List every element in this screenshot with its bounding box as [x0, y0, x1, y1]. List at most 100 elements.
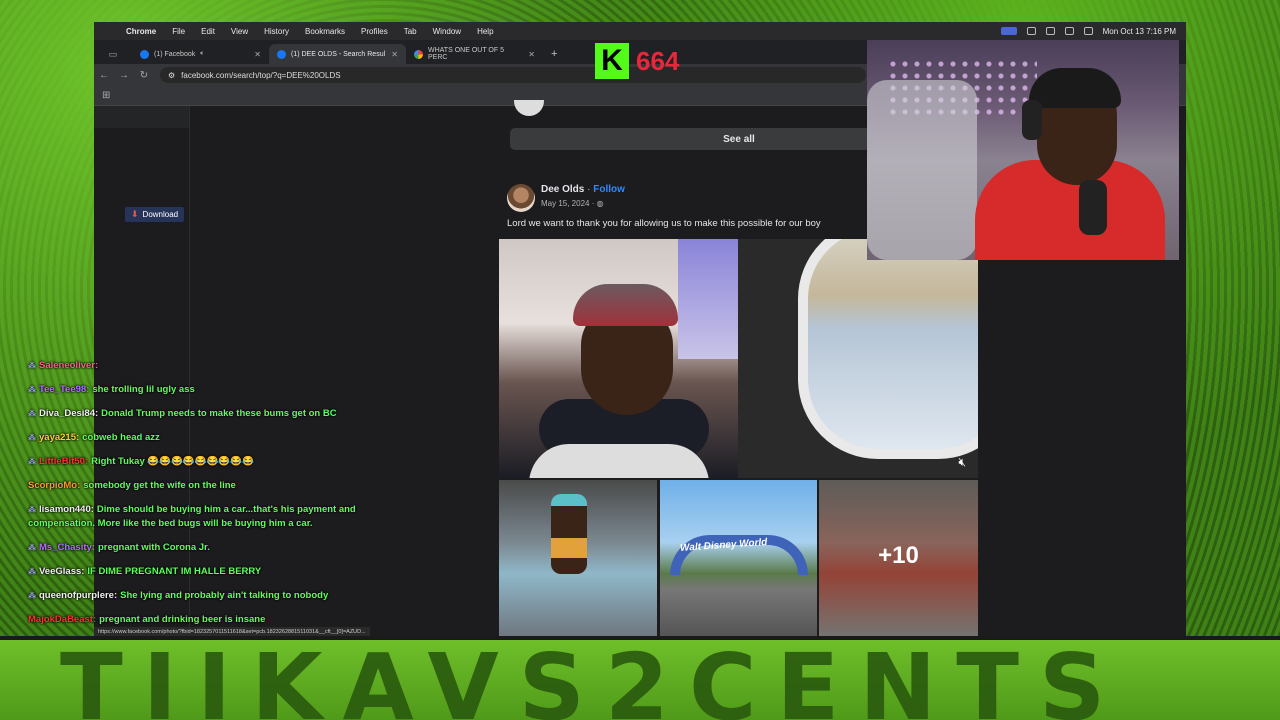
chat-username: Saleneoliver: [39, 360, 99, 371]
post-text: Lord we want to thank you for allowing u… [507, 218, 821, 229]
chat-badge-icon: ⁂ [28, 433, 36, 442]
menu-file[interactable]: File [164, 27, 193, 36]
google-favicon-icon [414, 49, 423, 59]
chat-username: MajokDaBeast: [28, 614, 97, 625]
post-photo-pool[interactable] [499, 480, 657, 636]
tab-title: (1) DEE OLDS - Search Resul [291, 50, 386, 58]
webcam-overlay [867, 40, 1179, 260]
close-icon[interactable]: ✕ [528, 50, 535, 59]
globe-icon: ◍ [596, 199, 604, 208]
chat-badge-icon: ⁂ [28, 409, 36, 418]
menu-extras: Mon Oct 13 7:16 PM [1000, 27, 1186, 36]
chat-badge-icon: ⁂ [28, 591, 36, 600]
facebook-favicon-icon [277, 49, 286, 59]
chat-message: ⁂ VeeGlass: IF DIME PREGNANT IM HALLE BERR… [28, 566, 261, 578]
post-author-avatar[interactable] [507, 184, 535, 212]
menu-profiles[interactable]: Profiles [353, 27, 396, 36]
mac-menu-bar: Chrome File Edit View History Bookmarks … [94, 22, 1186, 40]
post-date[interactable]: May 15, 2024 · ◍ [541, 199, 604, 208]
post-photo-disney-arch[interactable]: Walt Disney World [660, 480, 817, 636]
url-text: facebook.com/search/top/?q=DEE%20OLDS [181, 70, 341, 80]
battery-icon[interactable] [1045, 27, 1055, 35]
menu-help[interactable]: Help [469, 27, 501, 36]
tab-facebook[interactable]: (1) Facebook 🔈︎ ✕ [132, 44, 269, 64]
chat-badge-icon: ⁂ [28, 457, 36, 466]
menu-bookmarks[interactable]: Bookmarks [297, 27, 353, 36]
tab-title: WHATS ONE OUT OF 5 PERC [428, 47, 504, 61]
chat-text: compensation. More like the bed bugs wil… [28, 518, 313, 529]
site-info-icon[interactable]: ⚙ [168, 71, 175, 80]
chat-message: ⁂ lisamon440: Dime should be buying him a … [28, 504, 356, 516]
separator: · [587, 184, 591, 195]
chat-text: She lying and probably ain't talking to … [120, 590, 329, 601]
stream-banner: TIIKAVS2CENTS [0, 636, 1280, 720]
chat-badge-icon: ⁂ [28, 361, 36, 370]
url-field[interactable]: ⚙ facebook.com/search/top/?q=DEE%20OLDS [160, 67, 866, 83]
menu-view[interactable]: View [223, 27, 256, 36]
banner-text: TIIKAVS2CENTS [60, 636, 1126, 720]
download-label: Download [142, 210, 179, 219]
chat-username: VeeGlass: [39, 566, 85, 577]
chat-username: Tee_Tee98: [39, 384, 90, 395]
post-photo-selfie[interactable] [499, 239, 738, 478]
chat-text: Dime should be buying him a car...that's… [96, 504, 356, 515]
chat-text: somebody get the wife on the line [83, 480, 236, 491]
screen-share-icon[interactable] [1000, 27, 1017, 35]
tab-dee-olds[interactable]: (1) DEE OLDS - Search Resul ✕ [269, 44, 406, 64]
tab-google[interactable]: WHATS ONE OUT OF 5 PERC ✕ [406, 44, 543, 64]
divider [189, 106, 190, 636]
chat-username: lisamon440: [39, 504, 94, 515]
chat-badge-icon: ⁂ [28, 385, 36, 394]
follow-link[interactable]: Follow [593, 184, 625, 195]
post-photo-plane-window[interactable]: 🔇︎ [738, 239, 978, 478]
forward-arrow-icon[interactable]: → [114, 70, 134, 81]
menu-history[interactable]: History [256, 27, 297, 36]
status-icon[interactable] [1026, 27, 1036, 35]
menu-tab[interactable]: Tab [396, 27, 425, 36]
download-icon: ⬇ [131, 209, 139, 219]
chat-message: MajokDaBeast: pregnant and drinking beer … [28, 614, 265, 626]
post-photo-parade[interactable]: +10 [819, 480, 978, 636]
chat-text: cobweb head azz [82, 432, 160, 443]
menu-edit[interactable]: Edit [193, 27, 223, 36]
menu-window[interactable]: Window [425, 27, 469, 36]
chat-text: IF DIME PREGNANT IM HALLE BERRY [87, 566, 262, 577]
search-icon[interactable] [1083, 27, 1093, 35]
menu-app[interactable]: Chrome [118, 27, 164, 36]
mute-icon[interactable]: 🔇︎ [958, 455, 966, 470]
chat-text: pregnant with Corona Jr. [97, 542, 210, 553]
close-icon[interactable]: ✕ [254, 50, 261, 59]
post-author-name[interactable]: Dee Olds [541, 184, 584, 195]
new-tab-icon[interactable]: + [543, 48, 565, 64]
chat-badge-icon: ⁂ [28, 567, 36, 576]
chat-message: ⁂ Tee_Tee98: she trolling lil ugly ass [28, 384, 195, 396]
wifi-icon[interactable] [1064, 27, 1074, 35]
tab-title: (1) Facebook [154, 50, 196, 58]
chat-message: ⁂ Diva_Desi84: Donald Trump needs to make … [28, 408, 337, 420]
more-photos-count: +10 [878, 542, 919, 569]
chat-username: ScorpioMo: [28, 480, 81, 491]
download-button[interactable]: ⬇ Download [125, 207, 185, 222]
back-arrow-icon[interactable]: ← [94, 70, 114, 81]
chat-message: ⁂ Ms_Chasity: pregnant with Corona Jr. [28, 542, 210, 554]
post-date-text: May 15, 2024 · [541, 199, 595, 208]
sidebar-toggle-icon[interactable]: ▭ [94, 44, 132, 64]
apps-grid-icon[interactable]: ⊞ [102, 90, 110, 101]
kick-logo: K [595, 43, 629, 79]
chat-message: ScorpioMo: somebody get the wife on the l… [28, 480, 236, 492]
reload-icon[interactable]: ↻ [134, 70, 154, 81]
chat-text: pregnant and drinking beer is insane [99, 614, 266, 625]
clock[interactable]: Mon Oct 13 7:16 PM [1103, 27, 1176, 36]
chat-badge-icon: ⁂ [28, 543, 36, 552]
chat-message: compensation. More like the bed bugs wil… [28, 518, 313, 530]
chat-text: Right Tukay 😂😂😂😂😂😂😂😂😂 [91, 456, 254, 467]
chat-message: ⁂ Saleneoliver: [28, 360, 101, 372]
chat-username: Ms_Chasity: [39, 542, 95, 553]
status-url: https://www.facebook.com/photo/?fbid=182… [94, 627, 370, 636]
chat-username: yaya215: [39, 432, 80, 443]
speaker-icon[interactable]: 🔈︎ [200, 50, 204, 58]
chat-text: she trolling lil ugly ass [92, 384, 195, 395]
chat-username: LittleBit50: [39, 456, 89, 467]
post-header: Dee Olds · Follow [541, 184, 625, 195]
close-icon[interactable]: ✕ [391, 50, 398, 59]
